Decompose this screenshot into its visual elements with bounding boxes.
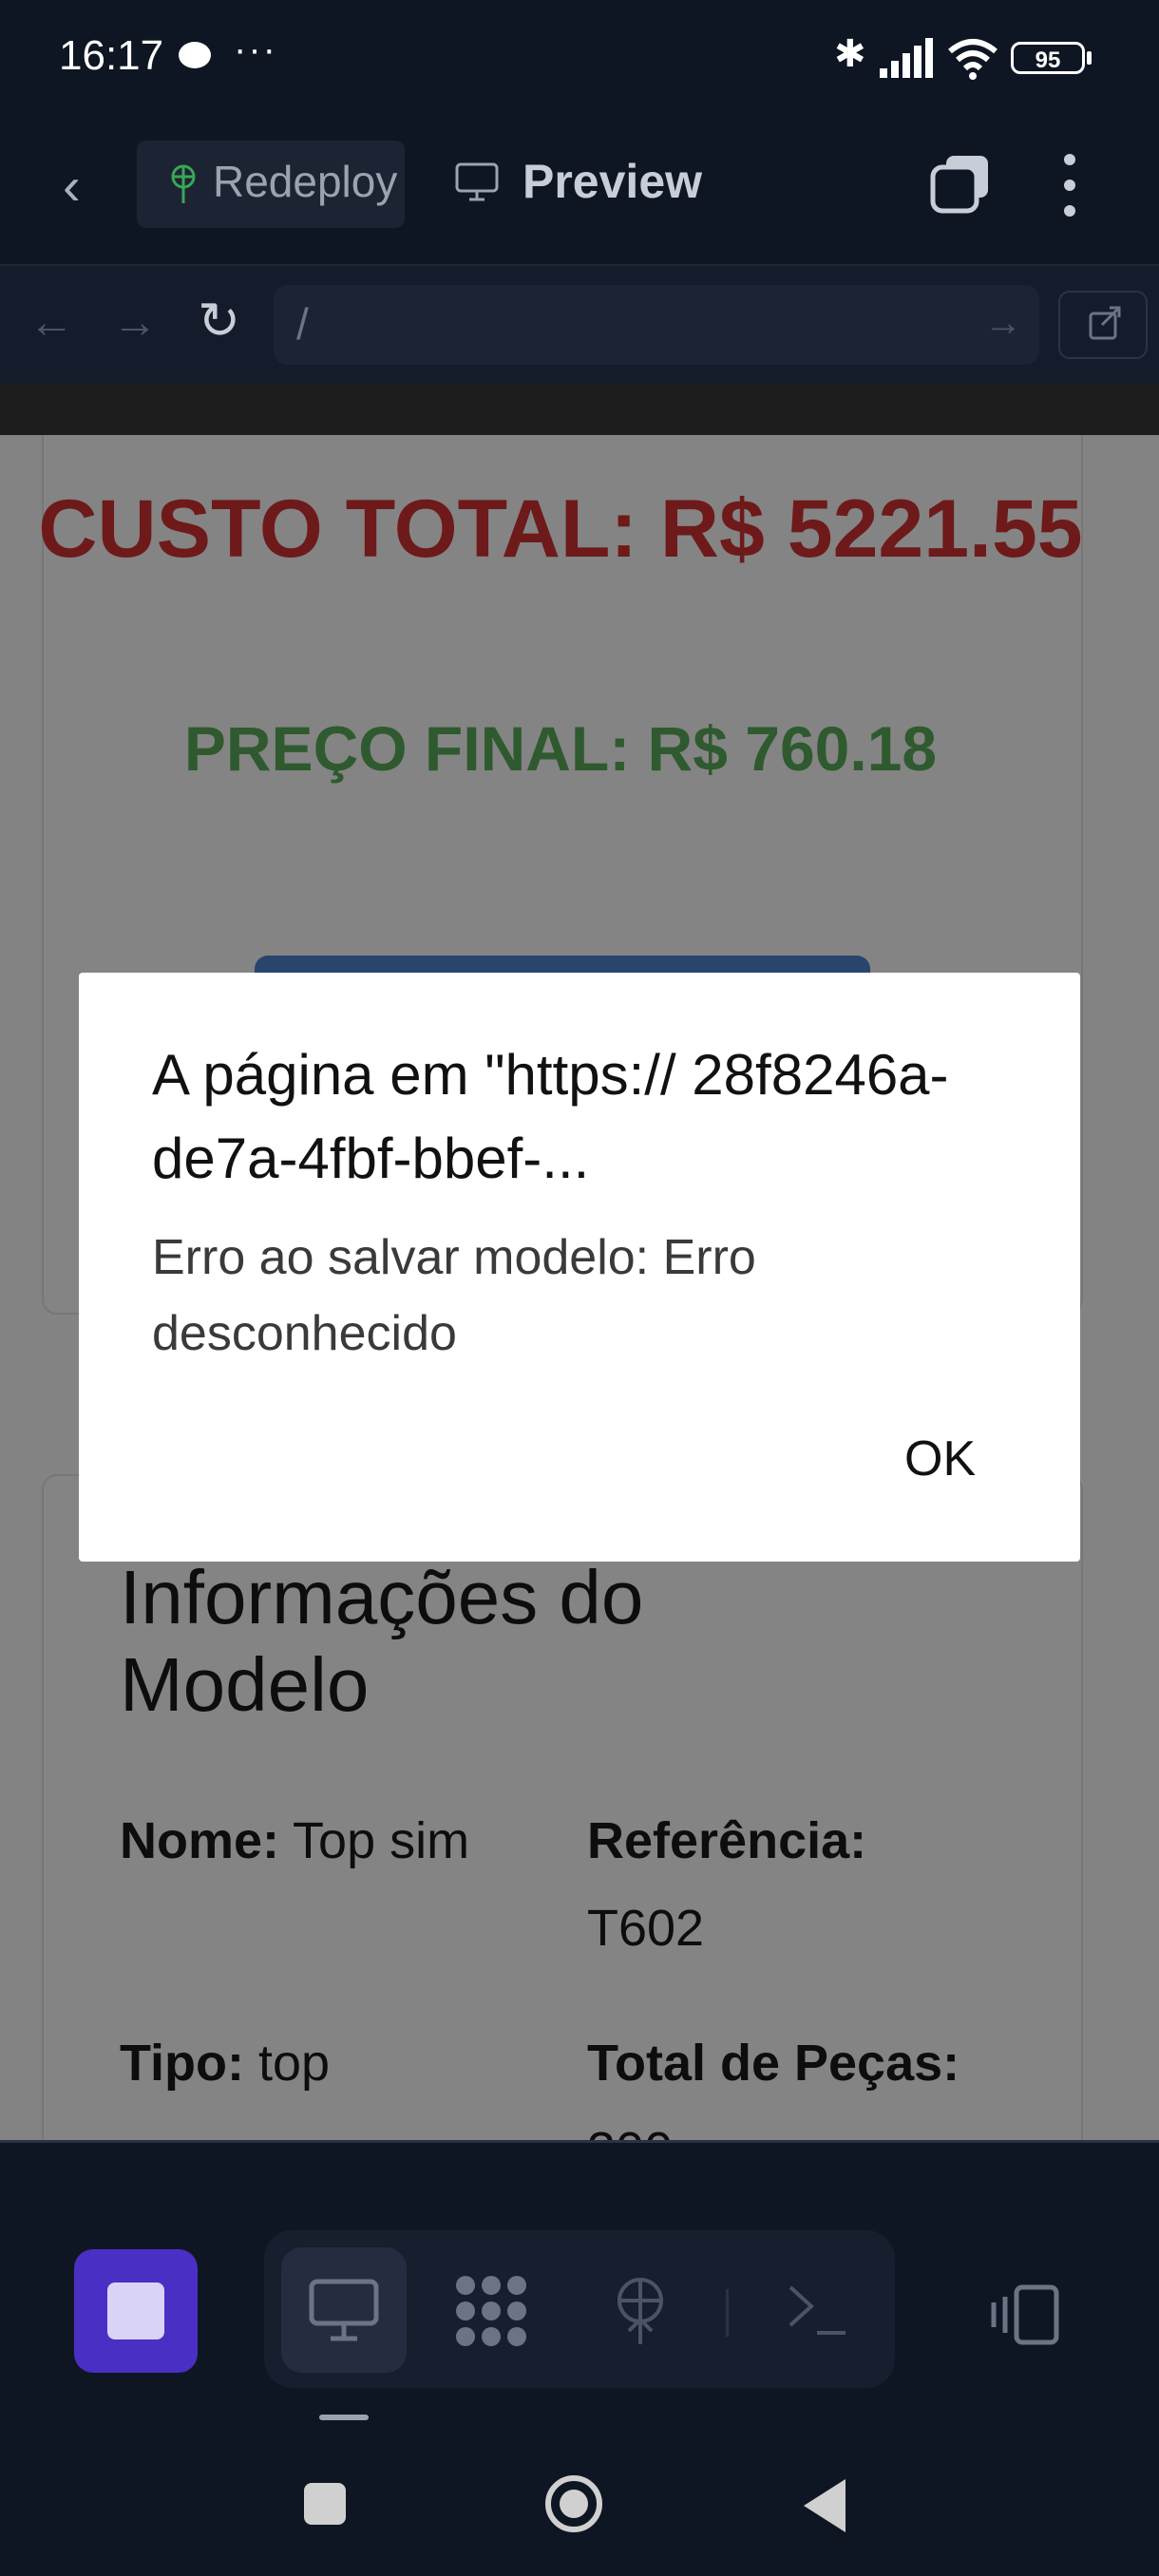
signal-icon — [880, 36, 939, 78]
tabs-icon[interactable] — [929, 152, 992, 215]
dialog-message: Erro ao salvar modelo: Erro desconhecido — [152, 1230, 756, 1361]
more-options-icon[interactable] — [1054, 152, 1083, 218]
field-total-pecas: Total de Peças:300 — [587, 2035, 960, 2140]
field-tipo: Tipo: top — [120, 2035, 331, 2092]
monitor-icon — [455, 162, 499, 201]
gesture-handle — [319, 2415, 369, 2420]
back-icon[interactable]: ‹ — [63, 160, 81, 213]
layout-toggle-icon[interactable] — [988, 2283, 1060, 2346]
preview-tab[interactable]: Preview — [522, 154, 702, 209]
open-external-icon — [1089, 306, 1121, 340]
url-text: / — [296, 299, 309, 349]
field-nome: Nome: Top sim — [120, 1812, 470, 1869]
terminal-icon[interactable] — [785, 2282, 851, 2339]
url-input[interactable] — [274, 285, 1039, 365]
tool-separator — [726, 2289, 729, 2337]
reload-icon[interactable]: ↻ — [198, 291, 240, 350]
model-info-title: Informações do Modelo — [120, 1555, 644, 1727]
recents-icon[interactable] — [304, 2483, 346, 2525]
wifi-icon — [948, 39, 998, 80]
browser-forward-icon[interactable]: → — [112, 296, 158, 349]
status-time: 16:17 — [59, 32, 164, 79]
home-icon[interactable] — [543, 2473, 604, 2534]
desktop-icon — [309, 2279, 379, 2341]
back-nav-icon[interactable] — [804, 2479, 846, 2532]
go-icon[interactable]: → — [984, 302, 1022, 345]
ok-button[interactable]: OK — [904, 1430, 976, 1487]
redeploy-icon — [171, 164, 196, 203]
more-notifications-icon: ··· — [234, 28, 277, 70]
battery-icon: 95 — [1011, 42, 1085, 74]
browser-back-icon[interactable]: ← — [28, 296, 74, 349]
bluetooth-icon: ✱ — [834, 33, 866, 75]
workflow-icon[interactable] — [452, 2272, 530, 2350]
dialog-title: A página em "https:// 28f8246a-de7a-4fbf… — [152, 1043, 949, 1190]
deploy-icon[interactable] — [608, 2276, 673, 2348]
stop-icon — [107, 2282, 164, 2339]
webview-top-strip — [0, 384, 1159, 435]
battery-tip — [1087, 51, 1092, 65]
preco-final-text: PREÇO FINAL: R$ 760.18 — [183, 713, 938, 784]
redeploy-label: Redeploy — [213, 157, 398, 206]
stop-button[interactable] — [74, 2249, 198, 2373]
message-notification-icon — [179, 42, 211, 68]
custo-total-text: CUSTO TOTAL: R$ 5221.55 — [38, 483, 1083, 575]
open-external-button[interactable] — [1058, 291, 1148, 359]
field-referencia: Referência: T602 — [587, 1812, 867, 1957]
